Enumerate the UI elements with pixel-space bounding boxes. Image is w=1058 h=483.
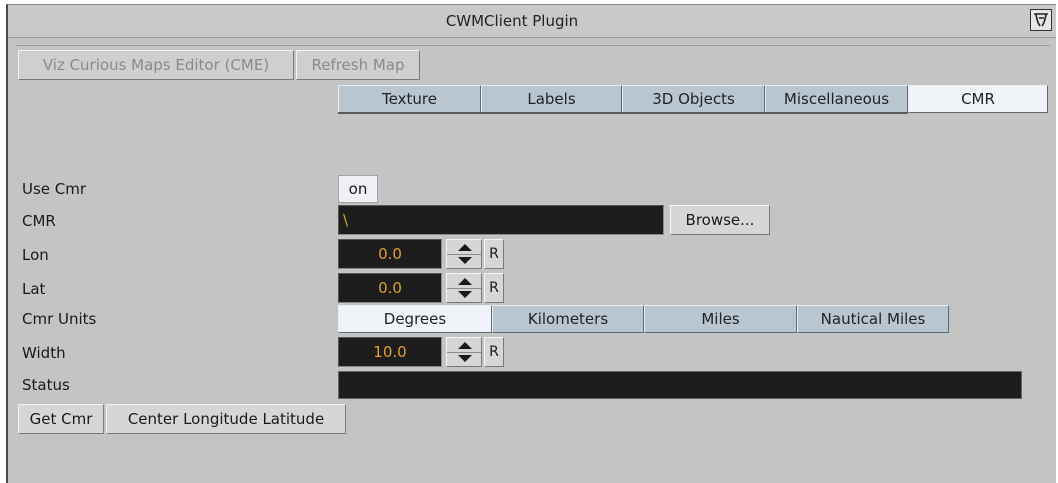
arrow-down-icon: [458, 291, 472, 298]
separator: [16, 45, 1050, 46]
width-increment-button[interactable]: [447, 338, 481, 353]
status-label: Status: [22, 376, 70, 394]
lon-decrement-button[interactable]: [447, 254, 481, 268]
use-cmr-toggle[interactable]: on: [338, 175, 378, 203]
lon-reset-button[interactable]: R: [484, 239, 504, 269]
lat-decrement-button[interactable]: [447, 288, 481, 302]
arrow-up-icon: [458, 278, 472, 285]
tab-miscellaneous[interactable]: Miscellaneous: [765, 85, 908, 113]
lon-input[interactable]: 0.0: [338, 239, 442, 269]
unit-degrees[interactable]: Degrees: [338, 305, 492, 333]
window-title: CWMClient Plugin: [445, 12, 579, 30]
get-cmr-button[interactable]: Get Cmr: [18, 404, 104, 434]
cmr-units-label: Cmr Units: [22, 310, 97, 328]
width-input[interactable]: 10.0: [338, 337, 442, 367]
cmr-path-input[interactable]: \: [338, 205, 664, 235]
cmr-label: CMR: [22, 212, 56, 230]
tab-3d-objects[interactable]: 3D Objects: [622, 85, 765, 113]
lat-spinner[interactable]: [446, 273, 482, 303]
plugin-window: CWMClient Plugin Viz Curious Maps Editor…: [6, 4, 1056, 483]
tab-texture[interactable]: Texture: [338, 85, 481, 113]
lat-label: Lat: [22, 280, 46, 298]
lon-increment-button[interactable]: [447, 240, 481, 255]
unit-nautical-miles[interactable]: Nautical Miles: [797, 305, 949, 333]
tab-divider: [338, 112, 908, 114]
cme-editor-button[interactable]: Viz Curious Maps Editor (CME): [18, 50, 294, 80]
arrow-down-icon: [458, 257, 472, 264]
tab-cmr[interactable]: CMR: [908, 85, 1048, 113]
arrow-up-icon: [458, 342, 472, 349]
arrow-down-icon: [458, 355, 472, 362]
width-decrement-button[interactable]: [447, 352, 481, 366]
tab-labels[interactable]: Labels: [481, 85, 622, 113]
center-longitude-latitude-button[interactable]: Center Longitude Latitude: [106, 404, 346, 434]
use-cmr-label: Use Cmr: [22, 180, 87, 198]
viz-logo-icon[interactable]: [1030, 9, 1052, 31]
lon-spinner[interactable]: [446, 239, 482, 269]
width-label: Width: [22, 344, 66, 362]
title-bar: CWMClient Plugin: [8, 5, 1056, 38]
lat-input[interactable]: 0.0: [338, 273, 442, 303]
refresh-map-button[interactable]: Refresh Map: [296, 50, 420, 80]
width-spinner[interactable]: [446, 337, 482, 367]
status-field: [338, 371, 1022, 399]
browse-button[interactable]: Browse...: [670, 205, 770, 235]
unit-miles[interactable]: Miles: [644, 305, 797, 333]
lon-label: Lon: [22, 246, 49, 264]
lat-reset-button[interactable]: R: [484, 273, 504, 303]
arrow-up-icon: [458, 244, 472, 251]
width-reset-button[interactable]: R: [484, 337, 504, 367]
lat-increment-button[interactable]: [447, 274, 481, 289]
unit-kilometers[interactable]: Kilometers: [492, 305, 644, 333]
